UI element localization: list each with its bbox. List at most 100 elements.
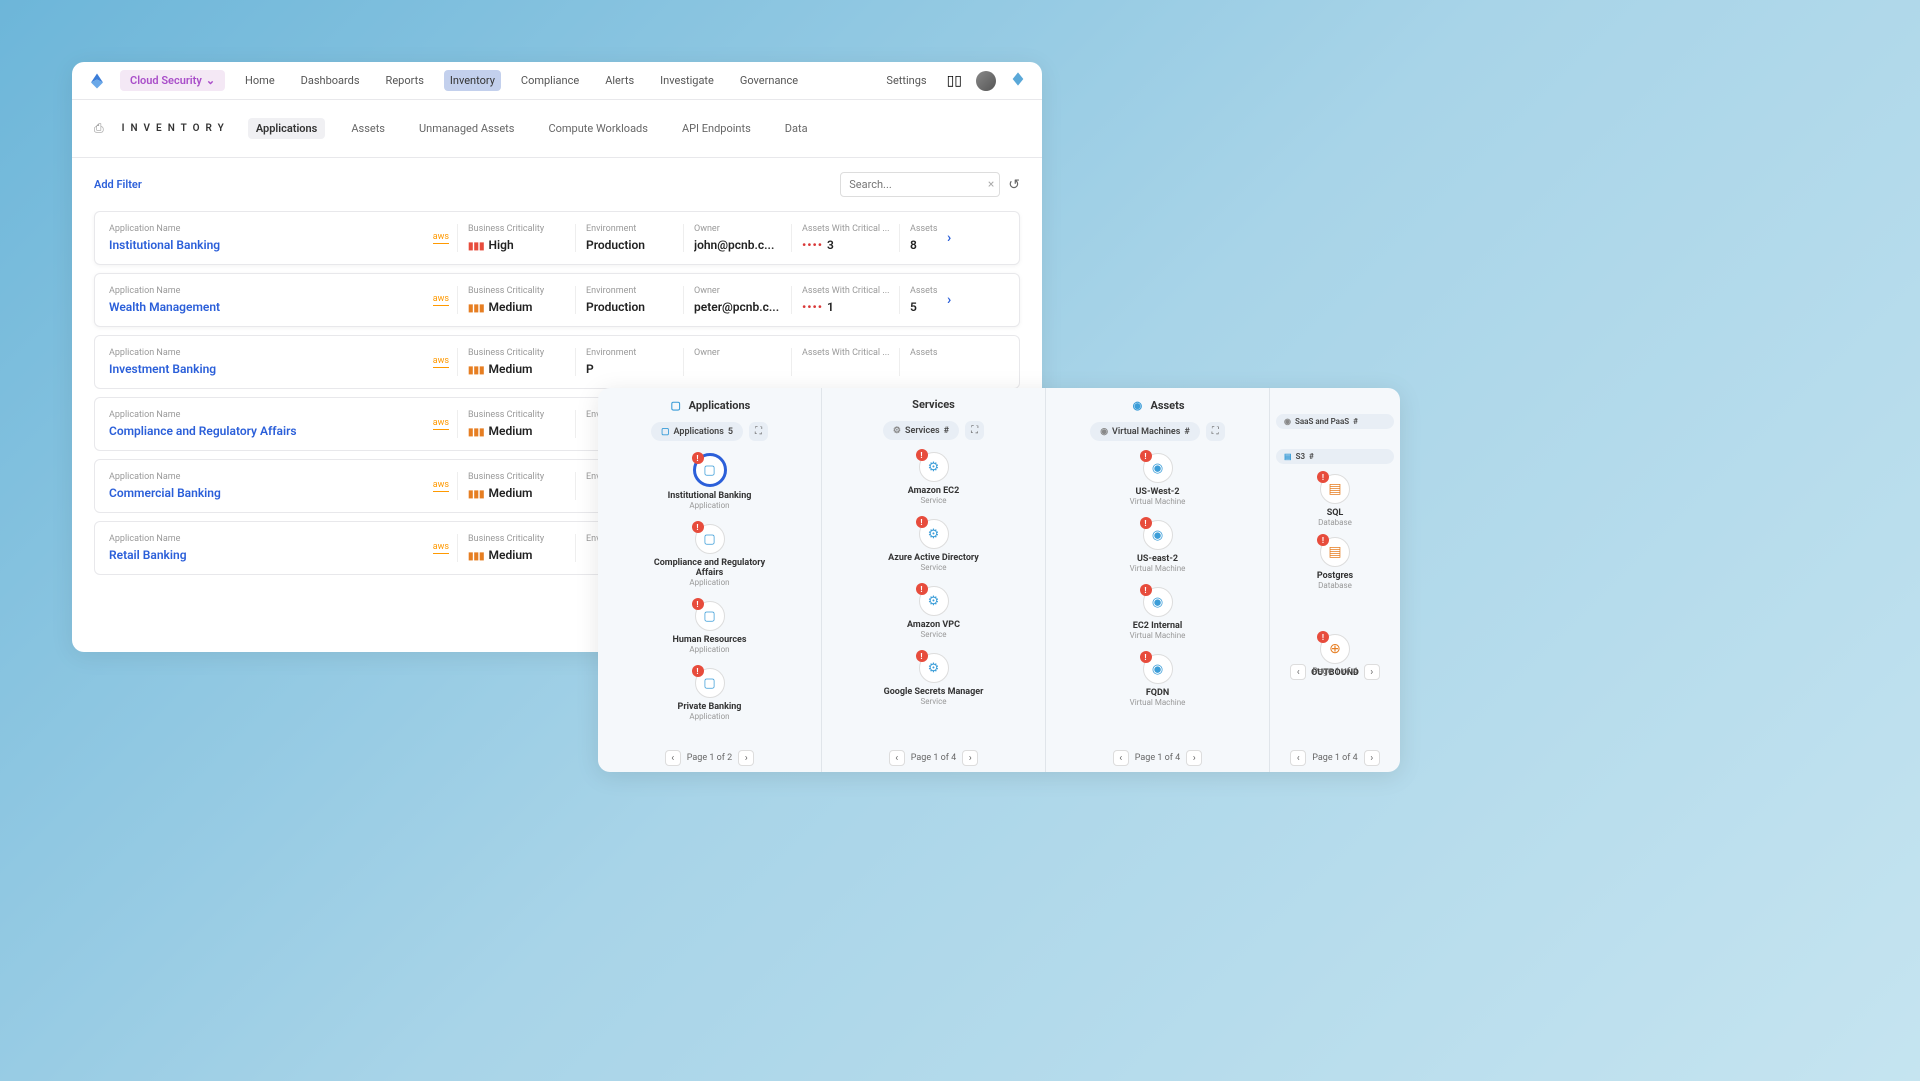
alert-badge-icon: !	[692, 452, 704, 464]
svcs-prev-button[interactable]: ‹	[889, 750, 905, 766]
apps-expand-icon[interactable]: ⛶	[749, 422, 768, 441]
applications-icon: ▢	[669, 398, 683, 412]
environment-value: Production	[586, 238, 675, 252]
avatar[interactable]	[976, 71, 996, 91]
subtab-data[interactable]: Data	[777, 118, 816, 139]
nav-governance[interactable]: Governance	[734, 70, 804, 91]
expand-arrow-icon[interactable]: ›	[947, 292, 987, 308]
search-area: × ↺	[840, 172, 1020, 197]
node-icon: ! ⊕	[1320, 634, 1350, 664]
nav-home[interactable]: Home	[239, 70, 281, 91]
application-name[interactable]: Compliance and Regulatory Affairs	[109, 424, 433, 438]
chevron-down-icon: ⌄	[206, 74, 215, 87]
node-subtitle: Service	[920, 563, 946, 572]
alert-badge-icon: !	[1317, 534, 1329, 546]
graph-node[interactable]: ! ▤ Postgres Database	[1276, 537, 1394, 590]
nav-alerts[interactable]: Alerts	[599, 70, 640, 91]
assets-prev-button[interactable]: ‹	[1113, 750, 1129, 766]
assets-header: ◉ Assets	[1054, 398, 1261, 412]
graph-node[interactable]: ! ⚙ Amazon VPC Service	[830, 586, 1037, 639]
node-subtitle: Service	[920, 496, 946, 505]
svcs-count-chip[interactable]: ⚙ Services #	[883, 421, 959, 440]
reset-icon[interactable]: ↺	[1008, 177, 1020, 193]
clear-search-icon[interactable]: ×	[988, 177, 994, 191]
subtab-compute[interactable]: Compute Workloads	[540, 118, 655, 139]
node-icon: ! ▢	[695, 524, 725, 554]
vms-count-chip[interactable]: ◉ Virtual Machines #	[1090, 422, 1200, 441]
vms-expand-icon[interactable]: ⛶	[1206, 422, 1225, 441]
expand-arrow-icon[interactable]: ›	[947, 230, 987, 246]
search-input[interactable]	[840, 172, 1000, 197]
graph-col-extra: ◉ SaaS and PaaS # ▤ S3 # ! ▤ SQL Databas…	[1270, 388, 1400, 772]
alert-badge-icon: !	[916, 583, 928, 595]
assets-critical-value: ••••1	[802, 300, 891, 314]
apps-prev-button[interactable]: ‹	[665, 750, 681, 766]
node-icon: ! ▤	[1320, 474, 1350, 504]
graph-node[interactable]: ! ◉ FQDN Virtual Machine	[1054, 654, 1261, 707]
alert-badge-icon: !	[1317, 471, 1329, 483]
nav-investigate[interactable]: Investigate	[654, 70, 720, 91]
subtab-api[interactable]: API Endpoints	[674, 118, 759, 139]
node-title: Private Banking	[678, 702, 742, 712]
nav-dashboards[interactable]: Dashboards	[295, 70, 366, 91]
node-title: Institutional Banking	[668, 491, 752, 501]
application-name[interactable]: Commercial Banking	[109, 486, 433, 500]
application-card[interactable]: Application Name Wealth Management aws B…	[94, 273, 1020, 327]
crit-label: Business Criticality	[468, 224, 567, 234]
graph-node[interactable]: ! ▢ Compliance and Regulatory Affairs Ap…	[606, 524, 813, 587]
graph-node[interactable]: ! ⚙ Azure Active Directory Service	[830, 519, 1037, 572]
graph-node[interactable]: ! ⚙ Amazon EC2 Service	[830, 452, 1037, 505]
graph-col-assets: ◉ Assets ◉ Virtual Machines # ⛶ ! ◉ US-W…	[1046, 388, 1270, 772]
assets-next-button[interactable]: ›	[1186, 750, 1202, 766]
apps-count-chip[interactable]: ▢ Applications 5	[651, 422, 743, 441]
application-name[interactable]: Investment Banking	[109, 362, 433, 376]
subtab-assets[interactable]: Assets	[343, 118, 393, 139]
nav-inventory[interactable]: Inventory	[444, 70, 501, 91]
node-title: FQDN	[1146, 688, 1169, 698]
add-filter-button[interactable]: Add Filter	[94, 178, 142, 191]
extra1-next-button[interactable]: ›	[1364, 664, 1380, 680]
graph-node[interactable]: ! ◉ US-West-2 Virtual Machine	[1054, 453, 1261, 506]
alert-badge-icon: !	[692, 521, 704, 533]
extra2-next-button[interactable]: ›	[1364, 750, 1380, 766]
graph-node[interactable]: ! ◉ EC2 Internal Virtual Machine	[1054, 587, 1261, 640]
crit-label: Business Criticality	[468, 286, 567, 296]
graph-node[interactable]: ! ▢ Human Resources Application	[606, 601, 813, 654]
application-card[interactable]: Application Name Investment Banking aws …	[94, 335, 1020, 389]
extra1-prev-button[interactable]: ‹	[1290, 664, 1306, 680]
node-title: US-east-2	[1137, 554, 1178, 564]
svcs-expand-icon[interactable]: ⛶	[965, 421, 984, 440]
extra2-prev-button[interactable]: ‹	[1290, 750, 1306, 766]
application-name[interactable]: Retail Banking	[109, 548, 433, 562]
alert-badge-icon: !	[1140, 450, 1152, 462]
s3-chip[interactable]: ▤ S3 #	[1276, 449, 1394, 464]
app-icon[interactable]	[1010, 71, 1026, 90]
svcs-page-label: Page 1 of 4	[911, 753, 956, 763]
aws-icon: aws	[433, 480, 449, 492]
printer-icon[interactable]: ⎙	[94, 121, 104, 136]
graph-node[interactable]: ! ▤ SQL Database	[1276, 474, 1394, 527]
graph-node[interactable]: ! ◉ US-east-2 Virtual Machine	[1054, 520, 1261, 573]
apps-page-label: Page 1 of 2	[687, 753, 732, 763]
apps-next-button[interactable]: ›	[738, 750, 754, 766]
node-subtitle: Virtual Machine	[1130, 631, 1186, 640]
subtab-unmanaged[interactable]: Unmanaged Assets	[411, 118, 522, 139]
nav-settings[interactable]: Settings	[880, 70, 932, 91]
appname-label: Application Name	[109, 348, 433, 358]
nav-reports[interactable]: Reports	[380, 70, 430, 91]
svcs-next-button[interactable]: ›	[962, 750, 978, 766]
extra-pager-1: ‹ Page 1 of 4 ›	[1270, 664, 1400, 680]
graph-node[interactable]: ! ▢ Institutional Banking Application	[606, 453, 813, 510]
application-name[interactable]: Institutional Banking	[109, 238, 433, 252]
application-name[interactable]: Wealth Management	[109, 300, 433, 314]
book-icon[interactable]: ▯▯	[947, 73, 962, 89]
graph-node[interactable]: ! ▢ Private Banking Application	[606, 668, 813, 721]
node-title: Google Secrets Manager	[884, 687, 984, 697]
node-title: SQL	[1327, 508, 1344, 518]
subtab-applications[interactable]: Applications	[248, 118, 326, 139]
nav-compliance[interactable]: Compliance	[515, 70, 585, 91]
saas-chip[interactable]: ◉ SaaS and PaaS #	[1276, 414, 1394, 429]
cloud-security-dropdown[interactable]: Cloud Security ⌄	[120, 70, 225, 91]
application-card[interactable]: Application Name Institutional Banking a…	[94, 211, 1020, 265]
graph-node[interactable]: ! ⚙ Google Secrets Manager Service	[830, 653, 1037, 706]
